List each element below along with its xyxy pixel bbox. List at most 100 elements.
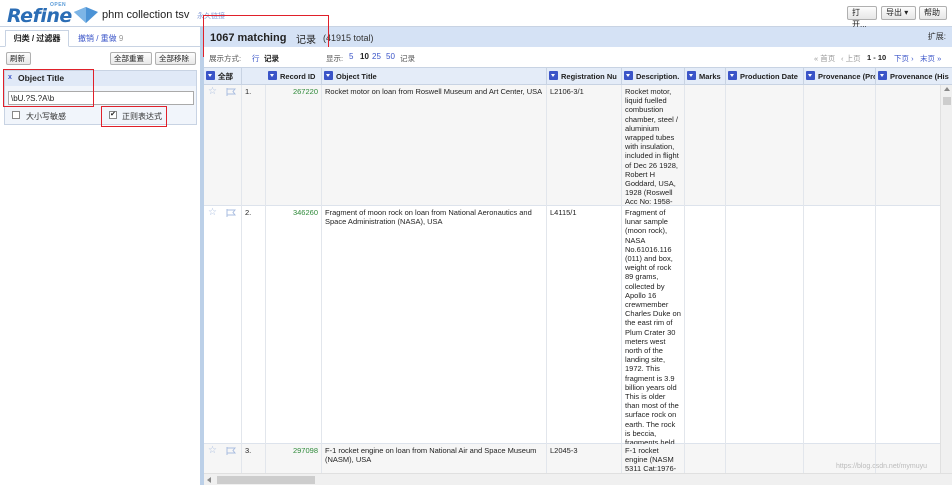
diamond-icon	[74, 7, 98, 23]
row-index: 2.	[242, 206, 266, 444]
show-label: 显示:	[326, 54, 344, 63]
column-header-marks[interactable]: Marks	[685, 68, 726, 85]
case-sensitive-checkbox[interactable]	[12, 111, 20, 119]
dropdown-icon[interactable]	[624, 71, 633, 80]
view-bar: 展示方式: 行 记录 显示: 5 10 25 50 记录 « 首页 ‹ 上页 1…	[204, 47, 952, 67]
column-header-record-id[interactable]: Record ID	[266, 68, 322, 85]
last-page-link[interactable]: 末页 »	[920, 53, 941, 64]
column-header-production-date[interactable]: Production Date	[726, 68, 804, 85]
registration-cell[interactable]: L4115/1	[547, 206, 622, 444]
production-date-cell[interactable]	[726, 206, 804, 444]
show-unit: 记录	[400, 54, 415, 63]
dropdown-icon[interactable]	[549, 71, 558, 80]
next-page-link[interactable]: 下页 ›	[894, 53, 914, 64]
prev-page-link[interactable]: ‹ 上页	[841, 53, 861, 64]
provenance-his-cell[interactable]	[876, 85, 940, 206]
dropdown-icon[interactable]	[806, 71, 815, 80]
production-date-cell[interactable]	[726, 85, 804, 206]
marks-cell[interactable]	[685, 444, 726, 473]
vertical-scrollbar[interactable]	[940, 85, 952, 473]
data-table: ☆ 1. 267220 Rocket motor on loan from Ro…	[204, 85, 940, 473]
provenance-his-cell[interactable]	[876, 206, 940, 444]
scroll-up-icon[interactable]	[944, 87, 950, 91]
column-header-registration[interactable]: Registration Nu	[547, 68, 622, 85]
scroll-left-icon[interactable]	[207, 477, 211, 483]
row-index: 1.	[242, 85, 266, 206]
horizontal-scrollbar[interactable]	[204, 473, 952, 485]
column-header-description[interactable]: Description.	[622, 68, 685, 85]
refresh-button[interactable]: 刷新	[6, 52, 31, 65]
dropdown-icon[interactable]	[728, 71, 737, 80]
extensions-label[interactable]: 扩展:	[928, 31, 946, 42]
view-mode-label: 展示方式:	[209, 54, 242, 63]
flag-icon[interactable]	[226, 88, 236, 96]
production-date-cell[interactable]	[726, 444, 804, 473]
column-header-row: 全部 Record ID Object Title Registration N…	[204, 67, 952, 85]
remove-all-button[interactable]: 全部移除	[155, 52, 196, 65]
view-records-link[interactable]: 记录	[264, 53, 279, 64]
first-page-link[interactable]: « 首页	[814, 53, 835, 64]
open-button[interactable]: 打开...	[847, 6, 877, 29]
page-size-10[interactable]: 10	[360, 52, 369, 61]
record-id-cell[interactable]: 346260	[266, 206, 322, 444]
marks-cell[interactable]	[685, 206, 726, 444]
row-controls: ☆	[204, 85, 242, 206]
star-icon[interactable]: ☆	[208, 87, 217, 97]
app-header: OPEN Refine phm collection tsv 永久链接 打开..…	[0, 0, 952, 29]
watermark-text: https://blog.csdn.net/mymuyu	[836, 463, 928, 470]
left-panel: 归类 / 过滤器 撤销 / 重做 9 刷新 全部重置 全部移除 x Object…	[0, 27, 200, 485]
left-tabs: 归类 / 过滤器 撤销 / 重做 9	[0, 30, 200, 47]
record-id-cell[interactable]: 267220	[266, 85, 322, 206]
total-count: (41915 total)	[323, 33, 374, 43]
scroll-thumb[interactable]	[943, 97, 951, 105]
column-header-all[interactable]: 全部	[204, 68, 242, 85]
flag-icon[interactable]	[226, 209, 236, 217]
column-header-provenance-his[interactable]: Provenance (His	[876, 68, 952, 85]
reset-all-button[interactable]: 全部重置	[110, 52, 152, 65]
provenance-pro-cell[interactable]	[804, 206, 876, 444]
page-size-5[interactable]: 5	[349, 52, 353, 61]
refine-logo[interactable]: OPEN Refine	[7, 2, 98, 27]
object-title-cell[interactable]: F-1 rocket engine on loan from National …	[322, 444, 547, 473]
help-button[interactable]: 帮助	[919, 6, 947, 20]
highlight-box	[101, 106, 167, 127]
description-cell[interactable]: Fragment of lunar sample (moon rock), NA…	[622, 206, 685, 444]
object-title-cell[interactable]: Fragment of moon rock on loan from Natio…	[322, 206, 547, 444]
page-size-25[interactable]: 25	[372, 52, 381, 61]
column-header-object-title[interactable]: Object Title	[322, 68, 547, 85]
marks-cell[interactable]	[685, 85, 726, 206]
dropdown-icon[interactable]	[268, 71, 277, 80]
highlight-box	[3, 69, 94, 107]
record-id-cell[interactable]: 297098	[266, 444, 322, 473]
scroll-thumb[interactable]	[217, 476, 315, 484]
flag-icon[interactable]	[226, 447, 236, 455]
project-name[interactable]: phm collection tsv	[102, 9, 189, 21]
row-controls: ☆	[204, 206, 242, 444]
case-sensitive-label: 大小写敏感	[26, 112, 66, 121]
tab-facets-filters[interactable]: 归类 / 过滤器	[5, 30, 69, 47]
undo-count: 9	[118, 34, 124, 43]
description-cell[interactable]: F-1 rocket engine (NASM 5311 Cat:1976-07…	[622, 444, 685, 473]
export-button[interactable]: 导出 ▾	[881, 6, 916, 20]
description-cell[interactable]: Rocket motor, liquid fuelled combustion …	[622, 85, 685, 206]
star-icon[interactable]: ☆	[208, 208, 217, 218]
dropdown-icon[interactable]	[878, 71, 887, 80]
dropdown-icon[interactable]	[324, 71, 333, 80]
view-rows-link[interactable]: 行	[252, 53, 260, 64]
row-controls: ☆	[204, 444, 242, 473]
tab-undo-label: 撤销 / 重做	[78, 34, 117, 43]
page-range: 1 - 10	[867, 53, 887, 62]
registration-cell[interactable]: L2106-3/1	[547, 85, 622, 206]
table-row: ☆ 3. 297098 F-1 rocket engine on loan fr…	[204, 444, 940, 473]
dropdown-icon[interactable]	[687, 71, 696, 80]
logo-text: Refine	[7, 5, 72, 27]
tab-undo-redo[interactable]: 撤销 / 重做 9	[78, 30, 123, 47]
registration-cell[interactable]: L2045-3	[547, 444, 622, 473]
provenance-pro-cell[interactable]	[804, 85, 876, 206]
object-title-cell[interactable]: Rocket motor on loan from Roswell Museum…	[322, 85, 547, 206]
page-size-50[interactable]: 50	[386, 52, 395, 61]
star-icon[interactable]: ☆	[208, 446, 217, 456]
dropdown-icon[interactable]	[206, 71, 215, 80]
column-header-provenance-pro[interactable]: Provenance (Pro	[804, 68, 876, 85]
row-index: 3.	[242, 444, 266, 473]
